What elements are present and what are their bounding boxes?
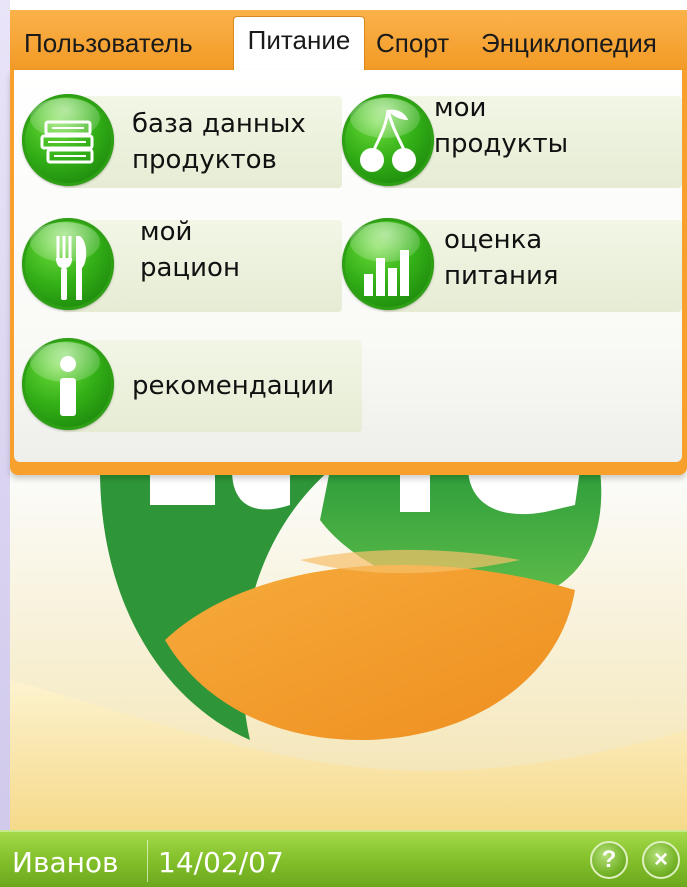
close-button[interactable]: × <box>642 841 680 879</box>
status-divider <box>147 840 148 882</box>
menu-item-label: рекомендации <box>132 371 335 401</box>
menu-item-product-database[interactable]: база данных продуктов <box>22 86 342 198</box>
help-button[interactable]: ? <box>590 841 628 879</box>
user-name[interactable]: Иванов <box>12 846 119 879</box>
menu-item-my-products[interactable]: мои продукты <box>342 86 682 198</box>
menu-item-recommendations[interactable]: рекомендации <box>22 334 362 446</box>
menu-item-label: мои продукты <box>434 93 569 159</box>
menu-item-label: мой рацион <box>140 217 240 283</box>
tab-sport[interactable]: Спорт <box>376 28 449 59</box>
current-date: 14/02/07 <box>158 846 284 879</box>
status-bar: Иванов 14/02/07 ? × <box>0 830 687 887</box>
tab-nutrition[interactable]: Питание <box>233 16 365 70</box>
fork-icon <box>22 218 114 310</box>
info-icon <box>22 338 114 430</box>
bar-chart-icon <box>342 218 434 310</box>
app-window: Пользователь Питание Спорт Энциклопедия <box>0 0 687 887</box>
tab-user[interactable]: Пользователь <box>24 28 193 59</box>
tab-encyclopedia[interactable]: Энциклопедия <box>481 28 657 59</box>
cherries-icon <box>342 94 434 186</box>
menu-item-label: оценка питания <box>444 225 559 291</box>
tab-bar: Пользователь Питание Спорт Энциклопедия <box>10 10 687 70</box>
menu-panel-body: база данных продуктов мои продукты мой р… <box>14 70 682 462</box>
menu-item-label: база данных продуктов <box>132 109 306 175</box>
nutrition-menu-panel: база данных продуктов мои продукты мой р… <box>10 70 687 475</box>
books-icon <box>22 94 114 186</box>
menu-item-nutrition-assessment[interactable]: оценка питания <box>342 210 682 322</box>
menu-item-my-diet[interactable]: мой рацион <box>22 210 342 322</box>
